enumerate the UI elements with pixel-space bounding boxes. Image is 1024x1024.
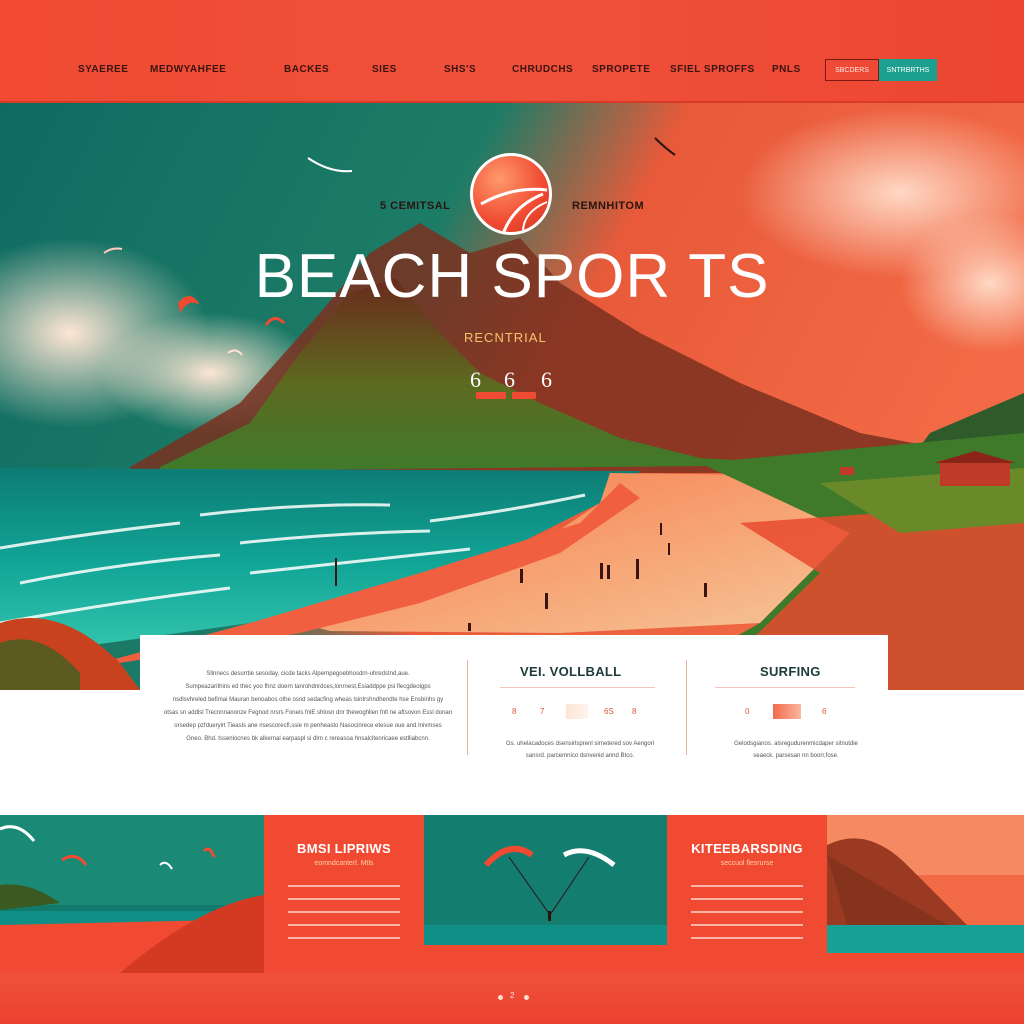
nav-link-6[interactable]: CHRUDCHS — [512, 64, 573, 75]
pager-dot-1[interactable] — [498, 995, 503, 1000]
surfing-title[interactable]: SURFING — [760, 664, 821, 679]
intro-line-3: nsdlsvhreled befimai Mauran benoabos oth… — [172, 697, 444, 703]
promo-right-subtitle: seccuol flesrurse — [720, 860, 774, 867]
nav-link-7[interactable]: SPROPETE — [592, 64, 650, 75]
volleyball-rule — [500, 687, 655, 688]
hero-pill-left[interactable] — [476, 392, 506, 399]
hero-tag-left: 5 CEMITSAL — [380, 200, 451, 212]
kitesurfer-scene[interactable] — [424, 815, 667, 973]
intro-paragraph: Sllnnecs desurrtie sesoday, cicde tacks … — [160, 668, 456, 746]
surfing-caption: Gelodsgianos. alsregudurenmicdaper sitnu… — [716, 738, 876, 762]
nav-link-2[interactable]: MEDWYAHFEE — [150, 64, 226, 75]
nav-cta-button[interactable]: SNTRBRTHS — [879, 59, 937, 81]
volleyball-icon — [470, 153, 552, 235]
coast-cliff-scene[interactable] — [827, 815, 1024, 973]
nav-link-8[interactable]: SFIEL SPROFFS — [670, 64, 755, 75]
nav-outline-button[interactable]: SBCDERS — [825, 59, 879, 81]
promo-left-title: BMSI LIPRIWS — [297, 841, 391, 856]
volleyball-caption-2: sansrd. parcemnico dsnvenid annd Btco. — [525, 753, 635, 759]
hero-title: BEACH SPOR TS — [254, 242, 770, 311]
volleyball-caption-1: Gs. uhelacadoces dsensirlsprenl sirneter… — [505, 741, 655, 747]
intro-line-4: otsas sn addlsl Trecnnnanonze Fegnod nrs… — [163, 710, 453, 716]
divider-2 — [686, 660, 687, 755]
nav-link-4[interactable]: SIES — [372, 64, 397, 75]
hero-stat-1: 6 — [470, 367, 481, 392]
volleyball-title[interactable]: VEI. VOLLBALL — [520, 664, 621, 679]
nav-link-3[interactable]: BACKES — [284, 64, 329, 75]
promo-left-body — [288, 885, 400, 950]
hero-stat-3: 6 — [541, 367, 552, 392]
volleyball-stat-4: 8 — [632, 707, 637, 716]
surfing-stat-2: 6 — [822, 707, 827, 716]
intro-line-2: Sumpeazarithins ed thec yoo fhnz doern t… — [185, 684, 431, 690]
intro-line-6: Gneo. Bhd. tssenlocnes bk alkernal earpa… — [186, 736, 430, 742]
pager-label: 2 — [510, 991, 515, 1000]
nav-link-5[interactable]: SHS'S — [444, 64, 476, 75]
nav-link-1[interactable]: SYAEREE — [78, 64, 128, 75]
kites-beach-scene[interactable] — [0, 815, 264, 973]
top-navigation: SYAEREE MEDWYAHFEE BACKES SIES SHS'S CHR… — [0, 0, 1024, 103]
promo-tile-left[interactable]: BMSI LIPRIWS eomndcanterl. Mtls — [264, 815, 424, 973]
hero-banner: 5 CEMITSAL REMNHITOM BEACH SPOR TS RECNT… — [0, 103, 1024, 690]
surfing-meter — [773, 704, 801, 719]
volleyball-stat-3: 6S — [604, 707, 614, 716]
hero-subtitle: RECNTRIAL — [464, 330, 547, 345]
hero-tag-right: REMNHITOM — [572, 200, 645, 212]
surfing-caption-1: Gelodsgianos. alsregudurenmicdaper sitnu… — [734, 741, 858, 747]
nav-link-9[interactable]: PNLS — [772, 64, 801, 75]
gallery-strip: BMSI LIPRIWS eomndcanterl. Mtls KITEEBAR… — [0, 815, 1024, 973]
promo-right-body — [691, 885, 803, 950]
surfing-stat-1: 0 — [745, 707, 750, 716]
volleyball-stat-1: 8 — [512, 707, 517, 716]
hero-stat-2: 6 — [504, 367, 515, 392]
surfing-rule — [715, 687, 855, 688]
volleyball-caption: Gs. uhelacadoces dsensirlsprenl sirneter… — [500, 738, 660, 762]
volleyball-stat-2: 7 — [540, 707, 545, 716]
hero-pill-right[interactable] — [512, 392, 536, 399]
pager-dot-2[interactable] — [524, 995, 529, 1000]
intro-line-1: Sllnnecs desurrtie sesoday, cicde tacks … — [206, 671, 410, 677]
promo-right-title: KITEEBARSDING — [691, 841, 803, 856]
promo-left-subtitle: eomndcanterl. Mtls — [314, 860, 374, 867]
divider-1 — [467, 660, 468, 755]
volleyball-meter — [566, 704, 588, 719]
surfing-caption-2: seaeck. parsesan nn boorr,fose. — [753, 753, 839, 759]
promo-tile-right[interactable]: KITEEBARSDING seccuol flesrurse — [667, 815, 827, 973]
intro-line-5: orsedep pzfdueryirt Tieasls ane nsescore… — [174, 723, 442, 729]
